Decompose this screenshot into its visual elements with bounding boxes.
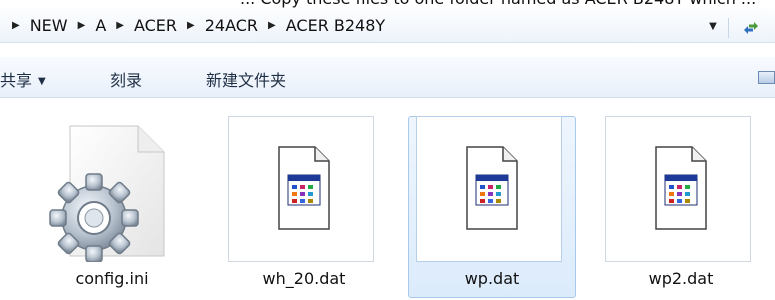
share-label: 共享 [0, 71, 33, 90]
new-folder-button[interactable]: 新建文件夹 [206, 67, 286, 91]
file-thumbnail [220, 116, 388, 262]
instruction-text-fragment: ... Copy these files to one folder named… [0, 0, 775, 8]
breadcrumb-item[interactable]: ▶ NEW [12, 16, 78, 35]
share-menu-button[interactable]: 共享 ▼ [0, 67, 46, 91]
thumbnail-frame [416, 116, 562, 262]
file-item-config-ini[interactable]: config.ini [28, 116, 196, 298]
file-thumbnail [28, 116, 196, 263]
chevron-right-icon: ▶ [12, 20, 20, 31]
dat-file-icon [655, 146, 707, 230]
new-folder-label: 新建文件夹 [206, 71, 287, 90]
file-name: config.ini [75, 269, 149, 288]
chevron-right-icon: ▶ [187, 20, 195, 31]
breadcrumb-item[interactable]: ▶ ACER B248Y [268, 16, 395, 35]
breadcrumb-label: NEW [29, 16, 68, 35]
chevron-down-icon: ▼ [38, 76, 46, 87]
file-name: wp.dat [464, 269, 520, 288]
breadcrumb-label: ACER B248Y [285, 16, 386, 35]
address-history-dropdown-button[interactable]: ▼ [706, 20, 720, 34]
divider [728, 18, 729, 38]
file-name: wh_20.dat [262, 269, 346, 288]
thumbnail-frame [228, 116, 374, 262]
chevron-right-icon: ▶ [77, 20, 86, 31]
config-settings-icon [49, 125, 165, 263]
breadcrumb-item[interactable]: ▶ ACER [116, 16, 187, 35]
burn-label: 刻录 [110, 71, 143, 90]
breadcrumb-label: ACER [133, 16, 178, 35]
address-bar[interactable]: ▶ NEW ▶ A ▶ ACER ▶ 24ACR ▶ ACER B248Y ▼ [0, 8, 775, 43]
file-list: config.ini wh_20.dat wp.dat wp2.dat [0, 106, 775, 300]
refresh-button[interactable] [742, 20, 760, 34]
instruction-text: ... Copy these files to one folder named… [240, 0, 756, 8]
change-view-button[interactable] [758, 71, 775, 84]
chevron-down-icon: ▼ [709, 21, 717, 32]
file-item-wp2-dat[interactable]: wp2.dat [597, 116, 765, 298]
file-name: wp2.dat [648, 269, 714, 288]
file-thumbnail [597, 116, 765, 262]
breadcrumb: ▶ NEW ▶ A ▶ ACER ▶ 24ACR ▶ ACER B248Y [12, 16, 395, 35]
refresh-icon [744, 22, 758, 34]
breadcrumb-item[interactable]: ▶ 24ACR [187, 16, 268, 35]
file-item-wp-dat[interactable]: wp.dat [408, 116, 576, 298]
chevron-right-icon: ▶ [268, 20, 276, 31]
thumbnail-frame [605, 116, 751, 262]
dat-file-icon [466, 146, 518, 230]
file-item-wh-20-dat[interactable]: wh_20.dat [220, 116, 388, 298]
burn-button[interactable]: 刻录 [110, 67, 142, 91]
file-thumbnail [408, 116, 576, 262]
breadcrumb-label: 24ACR [204, 16, 259, 35]
dat-file-icon [278, 146, 330, 230]
breadcrumb-item[interactable]: ▶ A [78, 16, 117, 35]
breadcrumb-label: A [95, 16, 107, 35]
command-toolbar: 共享 ▼ 刻录 新建文件夹 [0, 57, 775, 98]
chevron-right-icon: ▶ [116, 20, 124, 31]
